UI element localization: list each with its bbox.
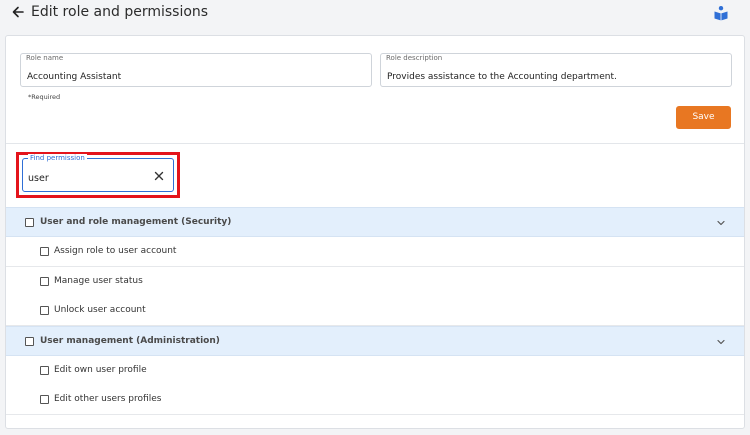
permission-item[interactable]: Unlock user account bbox=[6, 296, 744, 326]
group-checkbox[interactable] bbox=[25, 337, 34, 346]
chevron-down-icon[interactable] bbox=[716, 337, 726, 347]
item-checkbox[interactable] bbox=[40, 247, 49, 256]
save-button[interactable]: Save bbox=[676, 106, 731, 129]
item-label: Edit other users profiles bbox=[54, 394, 162, 404]
search-highlight-box: Find permission bbox=[16, 152, 180, 198]
permission-item[interactable]: Manage user status bbox=[6, 267, 744, 297]
permission-group-administration[interactable]: User management (Administration) bbox=[6, 326, 744, 356]
item-checkbox[interactable] bbox=[40, 277, 49, 286]
help-book-icon[interactable] bbox=[713, 5, 729, 21]
page-title: Edit role and permissions bbox=[31, 4, 209, 20]
permission-item[interactable]: Edit own user profile bbox=[6, 356, 744, 386]
back-arrow-icon[interactable] bbox=[11, 5, 25, 19]
item-label: Unlock user account bbox=[54, 305, 146, 315]
item-checkbox[interactable] bbox=[40, 366, 49, 375]
item-checkbox[interactable] bbox=[40, 395, 49, 404]
permission-item[interactable]: Assign role to user account bbox=[6, 237, 744, 267]
clear-icon[interactable] bbox=[153, 170, 165, 182]
group-label: User management (Administration) bbox=[40, 336, 220, 346]
role-name-field[interactable]: Role name Accounting Assistant bbox=[20, 53, 372, 87]
group-label: User and role management (Security) bbox=[40, 217, 232, 227]
item-checkbox[interactable] bbox=[40, 306, 49, 315]
find-permission-input[interactable] bbox=[28, 173, 138, 184]
page-header: Edit role and permissions bbox=[0, 0, 750, 26]
role-description-field[interactable]: Role description Provides assistance to … bbox=[380, 53, 732, 87]
role-name-value: Accounting Assistant bbox=[27, 72, 122, 82]
permissions-card: Role name Accounting Assistant Role desc… bbox=[5, 35, 745, 429]
item-label: Edit own user profile bbox=[54, 365, 147, 375]
divider bbox=[6, 143, 744, 144]
permission-item[interactable]: Edit other users profiles bbox=[6, 385, 744, 415]
chevron-down-icon[interactable] bbox=[716, 218, 726, 228]
permission-group-security[interactable]: User and role management (Security) bbox=[6, 207, 744, 237]
group-checkbox[interactable] bbox=[25, 218, 34, 227]
role-description-label: Role description bbox=[386, 54, 443, 62]
role-description-value: Provides assistance to the Accounting de… bbox=[387, 72, 617, 82]
role-name-label: Role name bbox=[26, 54, 64, 62]
required-note: *Required bbox=[28, 93, 61, 101]
item-label: Manage user status bbox=[54, 276, 143, 286]
find-permission-label: Find permission bbox=[28, 154, 87, 163]
item-label: Assign role to user account bbox=[54, 246, 177, 256]
find-permission-field[interactable]: Find permission bbox=[22, 154, 174, 192]
